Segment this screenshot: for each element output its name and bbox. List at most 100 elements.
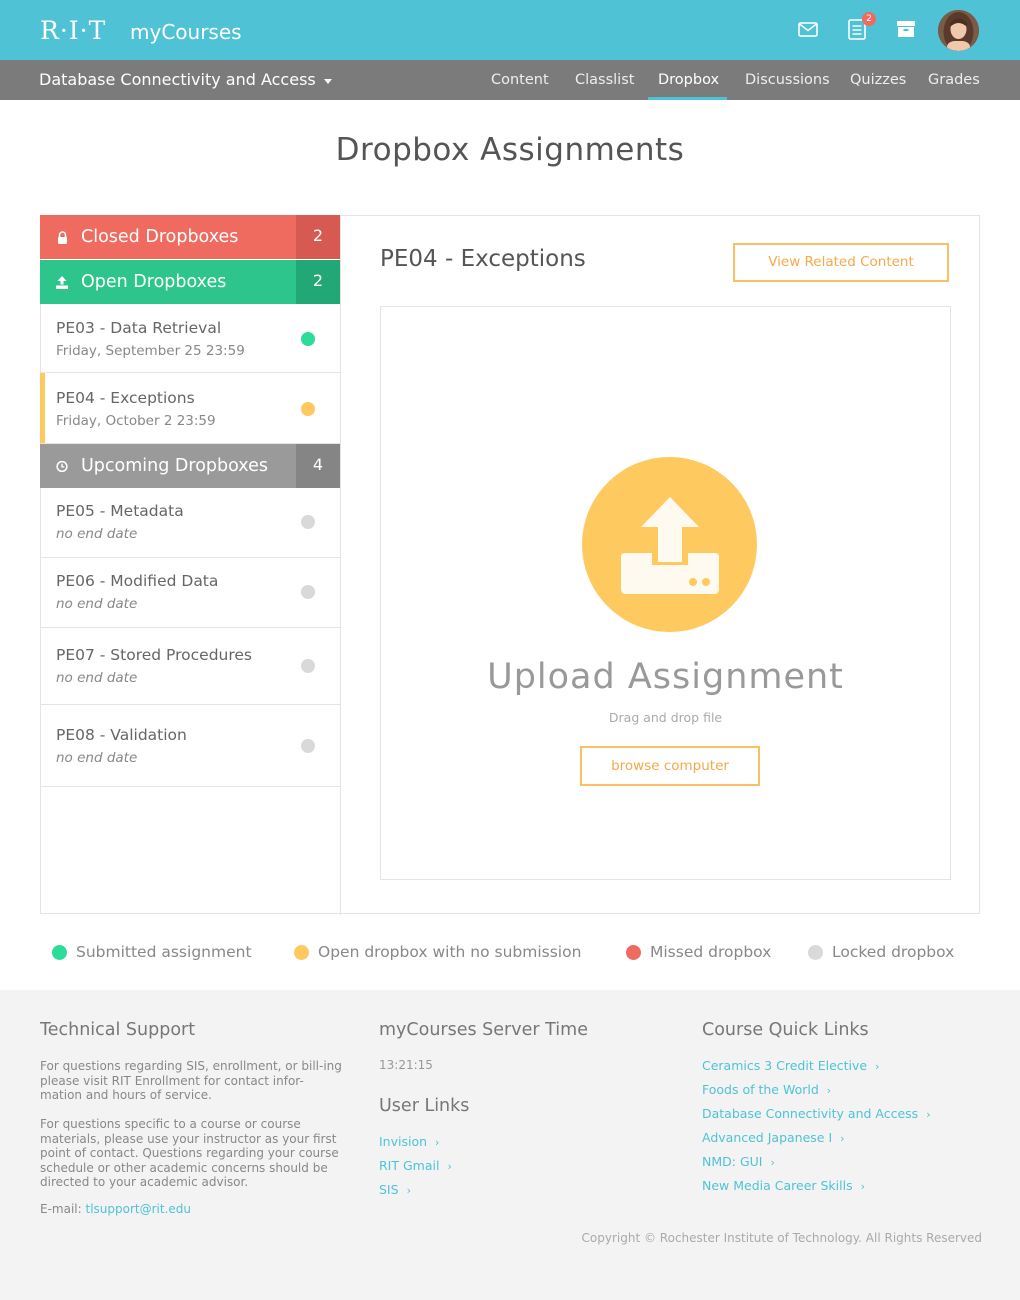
server-time-value: 13:21:15 <box>379 1058 433 1072</box>
course-name: Database Connectivity and Access <box>39 70 316 89</box>
closed-dropboxes-header[interactable]: Closed Dropboxes 2 <box>40 215 340 259</box>
quick-link-foods[interactable]: Foods of the World › <box>702 1082 831 1097</box>
assignment-title: PE04 - Exceptions <box>380 246 586 272</box>
dropbox-item-pe06[interactable]: PE06 - Modified Data no end date <box>41 558 340 628</box>
status-dot <box>301 332 315 346</box>
quick-link-database[interactable]: Database Connectivity and Access › <box>702 1106 931 1121</box>
link-label: SIS <box>379 1182 399 1197</box>
footer: Technical Support For questions regardin… <box>0 990 1020 1300</box>
top-bar: R·I·T myCourses 2 <box>0 0 1020 60</box>
link-label: NMD: GUI <box>702 1154 763 1169</box>
chevron-right-icon: › <box>447 1160 452 1173</box>
chevron-down-icon <box>323 78 332 84</box>
tab-dropbox[interactable]: Dropbox <box>647 60 728 100</box>
chevron-right-icon: › <box>875 1060 880 1073</box>
tab-discussions[interactable]: Discussions <box>745 60 830 100</box>
dropbox-item-date: Friday, September 25 23:59 <box>56 343 245 359</box>
email-label: E-mail: <box>40 1202 82 1216</box>
upload-hint: Drag and drop file <box>608 710 723 725</box>
legend-dot <box>626 944 641 960</box>
dropbox-item-pe07[interactable]: PE07 - Stored Procedures no end date <box>41 628 340 705</box>
dropbox-item-name: PE06 - Modified Data <box>56 572 219 590</box>
rit-logo[interactable]: R·I·T <box>40 16 106 45</box>
legend-label: Open dropbox with no submission <box>318 943 582 961</box>
lock-icon <box>56 230 68 244</box>
link-label: New Media Career Skills <box>702 1178 853 1193</box>
course-quick-links-heading: Course Quick Links <box>702 1020 869 1040</box>
dropbox-item-date: Friday, October 2 23:59 <box>56 413 216 429</box>
dropbox-item-date: no end date <box>56 526 138 542</box>
support-email-link[interactable]: tlsupport@rit.edu <box>86 1202 192 1216</box>
link-label: Ceramics 3 Credit Elective <box>702 1058 868 1073</box>
browse-computer-button[interactable]: browse computer <box>580 746 760 786</box>
dropbox-item-name: PE04 - Exceptions <box>56 389 195 407</box>
legend-missed: Missed dropbox <box>626 942 771 962</box>
link-label: Invision <box>379 1134 428 1149</box>
status-dot <box>301 739 315 753</box>
legend-open: Open dropbox with no submission <box>294 942 581 962</box>
course-nav-bar: Database Connectivity and Access Content… <box>0 60 1020 100</box>
link-label: Database Connectivity and Access <box>702 1106 919 1121</box>
dropbox-item-pe03[interactable]: PE03 - Data Retrieval Friday, September … <box>41 303 340 373</box>
upload-dropzone[interactable]: Upload Assignment Drag and drop file bro… <box>380 306 951 880</box>
chevron-right-icon: › <box>826 1084 832 1097</box>
notifications-icon[interactable]: 2 <box>846 12 876 40</box>
status-dot <box>301 585 315 599</box>
server-time-heading: myCourses Server Time <box>379 1020 588 1040</box>
dropbox-item-name: PE07 - Stored Procedures <box>56 646 252 664</box>
dropbox-item-pe08[interactable]: PE08 - Validation no end date <box>41 705 340 787</box>
support-email-row: E-mail: tlsupport@rit.edu <box>40 1202 345 1217</box>
upload-tray-icon <box>582 457 757 632</box>
view-related-content-button[interactable]: View Related Content <box>733 243 949 282</box>
upcoming-dropboxes-label: Upcoming Dropboxes <box>81 456 268 476</box>
dropbox-item-date: no end date <box>56 670 138 686</box>
link-label: Advanced Japanese I <box>702 1130 833 1145</box>
upload-icon <box>56 275 68 289</box>
upcoming-dropboxes-header[interactable]: Upcoming Dropboxes 4 <box>40 444 340 488</box>
course-selector[interactable]: Database Connectivity and Access <box>39 70 332 89</box>
tab-content[interactable]: Content <box>491 60 549 100</box>
support-text-billing: For questions regarding SIS, enrollment,… <box>40 1059 342 1102</box>
user-link-invision[interactable]: Invision › <box>379 1134 439 1149</box>
dropbox-item-date: no end date <box>56 596 138 612</box>
chevron-right-icon: › <box>770 1156 775 1169</box>
user-link-rit-gmail[interactable]: RIT Gmail › <box>379 1158 452 1173</box>
chevron-right-icon: › <box>435 1136 440 1149</box>
status-dot <box>301 402 315 416</box>
tab-grades[interactable]: Grades <box>928 60 980 100</box>
legend-label: Submitted assignment <box>76 943 252 961</box>
legend-dot <box>52 944 67 960</box>
quick-link-japanese[interactable]: Advanced Japanese I › <box>702 1130 845 1145</box>
upcoming-dropboxes-count: 4 <box>296 444 340 488</box>
tab-quizzes[interactable]: Quizzes <box>850 60 906 100</box>
archive-icon[interactable] <box>895 18 917 40</box>
legend-label: Locked dropbox <box>832 943 955 961</box>
mail-icon[interactable] <box>797 18 819 40</box>
dropbox-panel: Closed Dropboxes 2 Open Dropboxes 2 PE03… <box>40 215 980 915</box>
open-dropboxes-label: Open Dropboxes <box>81 272 227 292</box>
closed-dropboxes-count: 2 <box>296 215 340 259</box>
quick-link-nmd-gui[interactable]: NMD: GUI › <box>702 1154 775 1169</box>
app-name[interactable]: myCourses <box>130 20 242 44</box>
dropbox-sidebar: Closed Dropboxes 2 Open Dropboxes 2 PE03… <box>40 215 341 915</box>
dropbox-item-name: PE08 - Validation <box>56 726 187 744</box>
notification-badge: 2 <box>862 12 876 26</box>
dropbox-item-name: PE03 - Data Retrieval <box>56 319 222 337</box>
quick-link-career-skills[interactable]: New Media Career Skills › <box>702 1178 865 1193</box>
dropbox-item-pe05[interactable]: PE05 - Metadata no end date <box>41 488 340 558</box>
page-title: Dropbox Assignments <box>335 132 685 168</box>
legend-label: Missed dropbox <box>650 943 772 961</box>
legend-dot <box>808 944 823 960</box>
legend-locked: Locked dropbox <box>808 942 954 962</box>
tab-classlist[interactable]: Classlist <box>575 60 634 100</box>
chevron-right-icon: › <box>860 1180 866 1193</box>
support-text-course: For questions specific to a course or co… <box>40 1117 339 1189</box>
closed-dropboxes-label: Closed Dropboxes <box>81 227 239 247</box>
user-avatar[interactable] <box>938 10 979 51</box>
quick-link-ceramics[interactable]: Ceramics 3 Credit Elective › <box>702 1058 880 1073</box>
user-link-sis[interactable]: SIS › <box>379 1182 411 1197</box>
dropbox-item-pe04[interactable]: PE04 - Exceptions Friday, October 2 23:5… <box>40 373 340 444</box>
link-label: RIT Gmail <box>379 1158 440 1173</box>
status-dot <box>301 659 315 673</box>
open-dropboxes-header[interactable]: Open Dropboxes 2 <box>40 260 340 304</box>
